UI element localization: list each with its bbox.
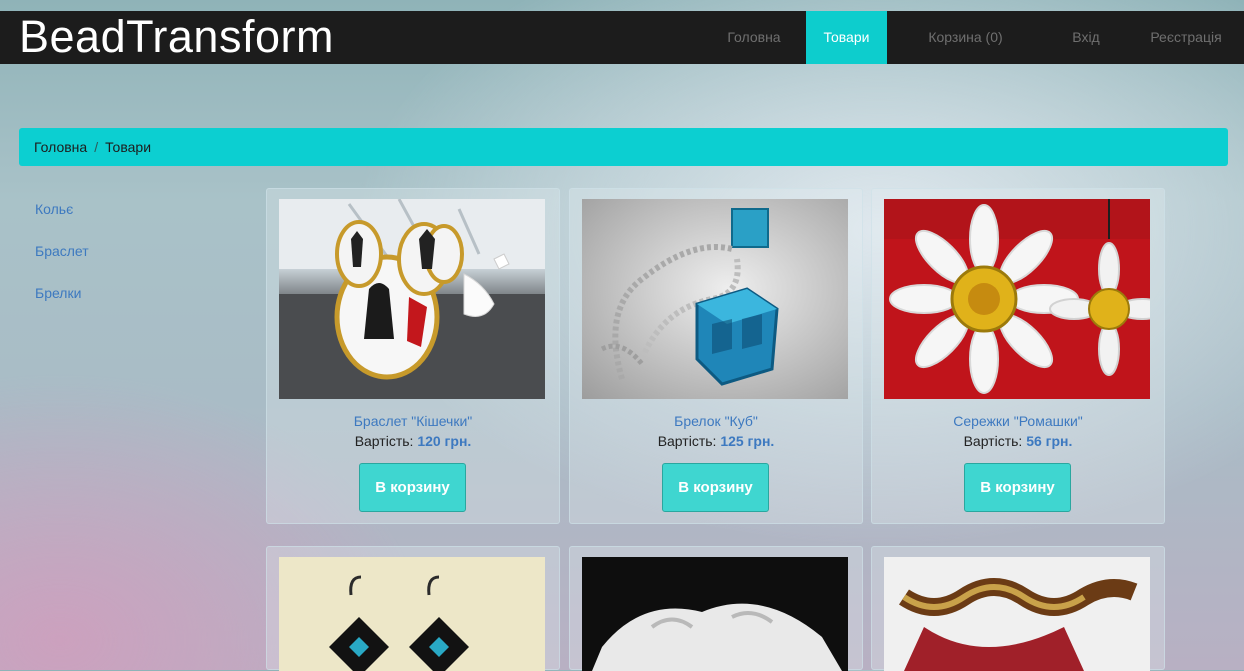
product-image[interactable] (884, 557, 1150, 671)
breadcrumb-home[interactable]: Головна (34, 139, 87, 155)
product-card (266, 546, 560, 671)
brand-logo[interactable]: BeadTransform (19, 12, 334, 62)
main-nav: Головна Товари Корзина (0) Вхід Реєстрац… (702, 11, 1244, 64)
product-image[interactable] (279, 199, 545, 399)
product-title[interactable]: Браслет "Кішечки" (267, 413, 559, 429)
add-to-cart-button[interactable]: В корзину (662, 463, 769, 512)
add-to-cart-button[interactable]: В корзину (964, 463, 1071, 512)
category-sidebar: Кольє Браслет Брелки (35, 198, 89, 324)
product-image[interactable] (884, 199, 1150, 399)
product-card: Сережки "Ромашки" Вартість: 56 грн. В ко… (871, 188, 1165, 524)
bracelet-red-photo (884, 557, 1150, 671)
nav-item-login[interactable]: Вхід (1044, 11, 1128, 64)
product-title[interactable]: Брелок "Куб" (570, 413, 862, 429)
product-price: 125 грн. (720, 433, 775, 449)
sidebar-item-necklace[interactable]: Кольє (35, 198, 89, 240)
bracelet-cats-photo (279, 199, 545, 399)
product-image[interactable] (582, 199, 848, 399)
product-image[interactable] (279, 557, 545, 671)
product-card: Брелок "Куб" Вартість: 125 грн. В корзин… (569, 188, 863, 524)
add-to-cart-button[interactable]: В корзину (359, 463, 466, 512)
nav-item-register[interactable]: Реєстрація (1128, 11, 1244, 64)
price-label: Вартість: (657, 433, 717, 449)
earrings-daisies-photo (884, 199, 1150, 399)
sidebar-item-bracelet[interactable]: Браслет (35, 240, 89, 282)
nav-item-products[interactable]: Товари (806, 11, 887, 64)
sidebar-item-keychains[interactable]: Брелки (35, 282, 89, 324)
product-card (569, 546, 863, 671)
nav-item-home[interactable]: Головна (702, 11, 806, 64)
breadcrumb: Головна / Товари (19, 128, 1228, 166)
product-price-line: Вартість: 125 грн. (570, 433, 862, 449)
breadcrumb-separator: / (94, 139, 99, 155)
nav-item-cart[interactable]: Корзина (0) (887, 11, 1044, 64)
product-image[interactable] (582, 557, 848, 671)
breadcrumb-current: Товари (105, 139, 152, 155)
price-label: Вартість: (354, 433, 414, 449)
price-label: Вартість: (963, 433, 1023, 449)
white-beads-photo (582, 557, 848, 671)
product-price: 56 грн. (1026, 433, 1073, 449)
keychain-cube-photo (582, 199, 848, 399)
product-price-line: Вартість: 56 грн. (872, 433, 1164, 449)
product-title[interactable]: Сережки "Ромашки" (872, 413, 1164, 429)
product-card (871, 546, 1165, 671)
navbar: BeadTransform Головна Товари Корзина (0)… (0, 11, 1244, 64)
product-card: Браслет "Кішечки" Вартість: 120 грн. В к… (266, 188, 560, 524)
product-price-line: Вартість: 120 грн. (267, 433, 559, 449)
earrings-turquoise-photo (279, 557, 545, 671)
product-price: 120 грн. (417, 433, 472, 449)
